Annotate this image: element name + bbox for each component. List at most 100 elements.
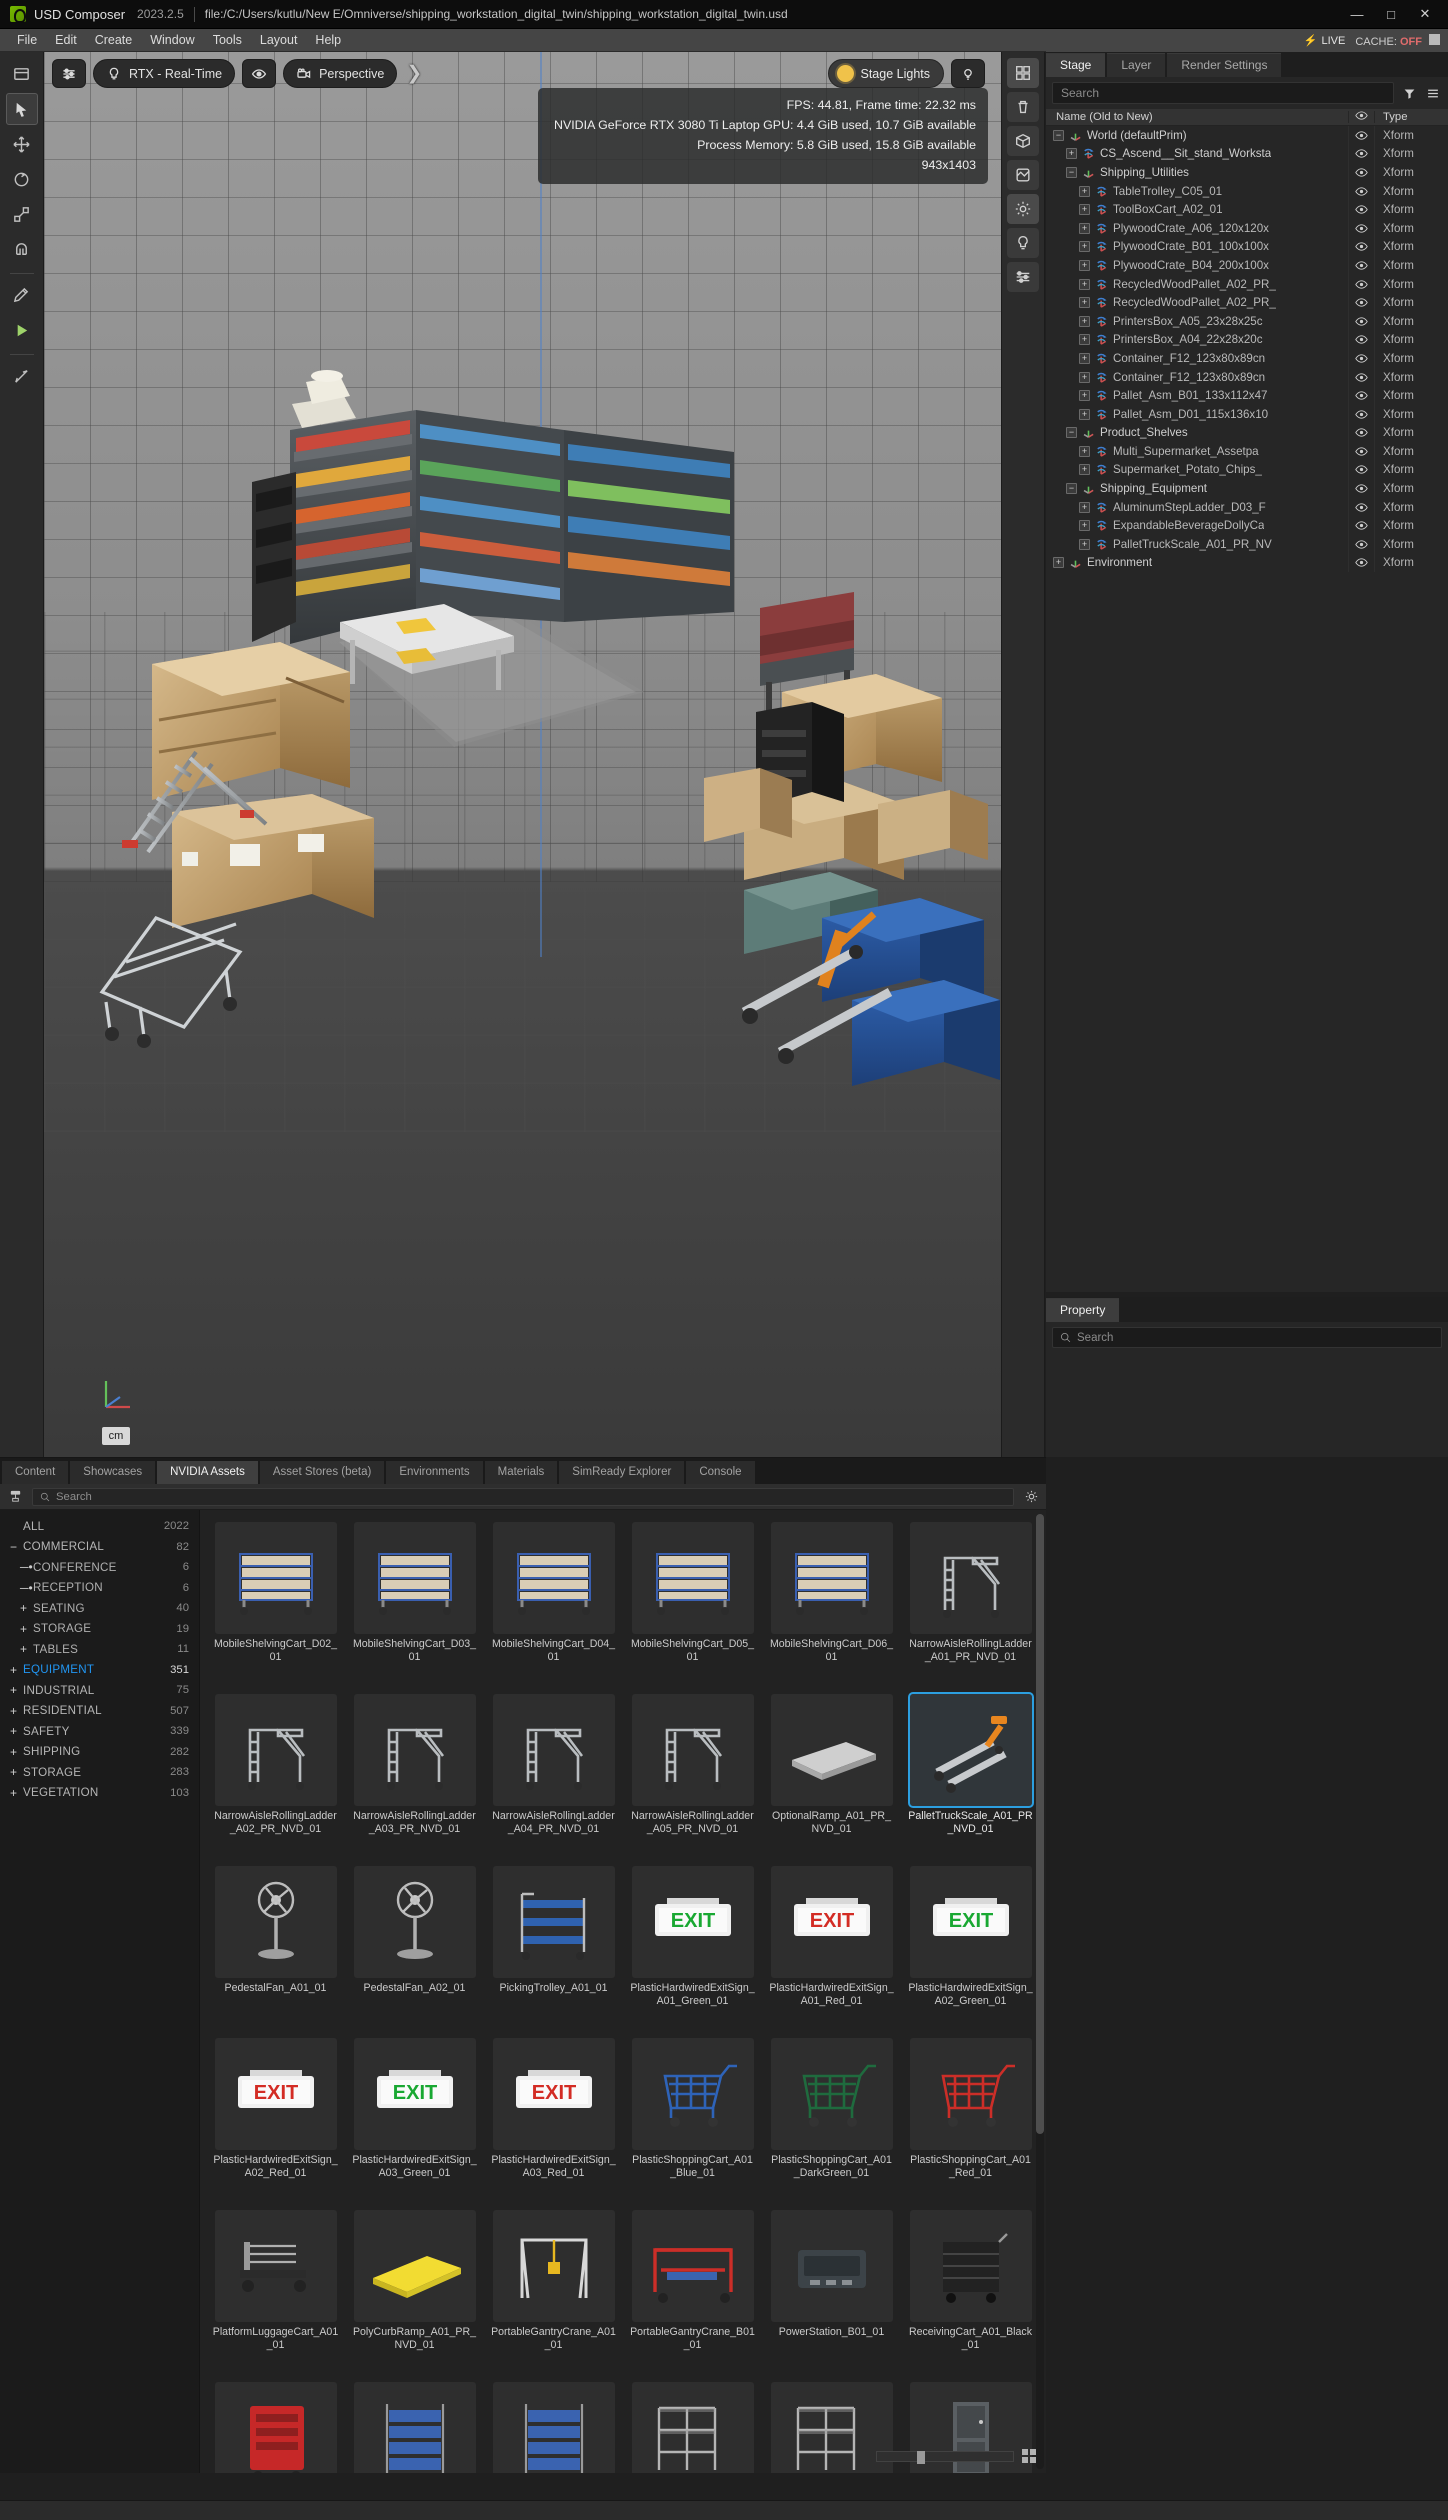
tree-expander-icon[interactable]: + [1079, 501, 1090, 513]
asset-card[interactable]: PickingTrolley_A01_01 [484, 1860, 623, 2032]
delete-button[interactable] [1007, 92, 1039, 122]
asset-card[interactable]: EXIT PlasticHardwiredExitSign_A02_Red_01 [206, 2032, 345, 2204]
tab-layer[interactable]: Layer [1107, 53, 1166, 77]
scale-tool-icon[interactable] [6, 198, 38, 230]
category-seating[interactable]: + SEATING 40 [0, 1598, 199, 1619]
stage-tree-row[interactable]: + Container_F12_123x80x89cn Xform [1046, 367, 1448, 387]
category-toggle-icon[interactable]: + [10, 1704, 23, 1718]
asset-card[interactable]: EXIT PlasticHardwiredExitSign_A02_Green_0… [901, 1860, 1040, 2032]
tab-property[interactable]: Property [1046, 1298, 1120, 1322]
asset-thumbnail[interactable] [492, 2382, 615, 2473]
tree-expander-icon[interactable]: + [1079, 520, 1090, 532]
toolbar-expand-chevron-icon[interactable]: ❯ [406, 62, 422, 85]
menu-window[interactable]: Window [141, 29, 203, 52]
viewport-unit-badge[interactable]: cm [102, 1427, 130, 1445]
collection-icon[interactable] [6, 1488, 24, 1506]
browser-tab-nvidia-assets[interactable]: NVIDIA Assets [157, 1461, 258, 1484]
category-toggle-icon[interactable]: + [20, 1601, 33, 1615]
asset-card[interactable]: MobileShelvingCart_D06_01 [762, 1516, 901, 1688]
material-button[interactable] [1007, 160, 1039, 190]
category-toggle-icon[interactable]: ─• [20, 1560, 33, 1574]
asset-card[interactable]: PlasticShoppingCart_A01_DarkGreen_01 [762, 2032, 901, 2204]
tree-expander-icon[interactable]: + [1079, 445, 1090, 457]
stage-tree-row[interactable]: + AluminumStepLadder_D03_F Xform [1046, 497, 1448, 517]
prim-visibility-icon[interactable] [1348, 479, 1374, 498]
browser-tab-console[interactable]: Console [686, 1461, 755, 1484]
category-vegetation[interactable]: + VEGETATION 103 [0, 1783, 199, 1804]
browser-tab-showcases[interactable]: Showcases [70, 1461, 156, 1484]
maximize-button[interactable]: □ [1374, 0, 1408, 28]
stage-tree-row[interactable]: + ExpandableBeverageDollyCa Xform [1046, 516, 1448, 536]
prim-visibility-icon[interactable] [1348, 311, 1374, 331]
stage-tree-row[interactable]: + Supermarket_Potato_Chips_ Xform [1046, 460, 1448, 480]
minimize-button[interactable]: — [1340, 0, 1374, 28]
asset-grid-container[interactable]: MobileShelvingCart_D02_01 MobileShelvingC… [200, 1510, 1046, 2473]
browser-search-input[interactable]: Search [32, 1487, 1014, 1506]
asset-thumbnail[interactable] [909, 2210, 1032, 2322]
category-tree[interactable]: ALL 2022− COMMERCIAL 82 ─• CONFERENCE 6 ─• RECEP… [0, 1510, 200, 2473]
category-toggle-icon[interactable]: ─• [20, 1581, 33, 1595]
tree-expander-icon[interactable]: + [1079, 334, 1090, 346]
category-commercial[interactable]: − COMMERCIAL 82 [0, 1537, 199, 1558]
asset-card[interactable]: EXIT PlasticHardwiredExitSign_A03_Red_01 [484, 2032, 623, 2204]
menu-edit[interactable]: Edit [46, 29, 86, 52]
tree-expander-icon[interactable]: + [1079, 408, 1090, 420]
browser-tab-simready-explorer[interactable]: SimReady Explorer [559, 1461, 685, 1484]
cache-badge[interactable]: CACHE: OFF [1355, 33, 1440, 48]
asset-thumbnail[interactable] [770, 1522, 893, 1634]
category-equipment[interactable]: + EQUIPMENT 351 [0, 1660, 199, 1681]
asset-card[interactable]: PedestalFan_A02_01 [345, 1860, 484, 2032]
asset-card[interactable] [623, 2376, 762, 2473]
asset-thumbnail[interactable] [770, 1694, 893, 1806]
prim-visibility-icon[interactable] [1348, 442, 1374, 461]
asset-thumbnail[interactable] [770, 2038, 893, 2150]
asset-thumbnail[interactable] [492, 1694, 615, 1806]
asset-card[interactable]: PolyCurbRamp_A01_PR_NVD_01 [345, 2204, 484, 2376]
asset-thumbnail[interactable] [492, 1866, 615, 1978]
camera-selector-button[interactable]: Perspective [283, 59, 398, 88]
stage-tree-row[interactable]: + CS_Ascend__Sit_stand_Worksta Xform [1046, 144, 1448, 164]
asset-card[interactable]: EXIT PlasticHardwiredExitSign_A01_Green_0… [623, 1860, 762, 2032]
grid-view-icon[interactable] [1022, 2449, 1036, 2463]
tree-expander-icon[interactable]: + [1079, 185, 1090, 197]
prim-visibility-icon[interactable] [1348, 516, 1374, 536]
asset-thumbnail[interactable]: EXIT [353, 2038, 476, 2150]
tree-expander-icon[interactable]: + [1079, 204, 1090, 216]
tree-expander-icon[interactable]: + [1079, 241, 1090, 253]
prim-visibility-icon[interactable] [1348, 293, 1374, 312]
tree-expander-icon[interactable]: + [1079, 222, 1090, 234]
tree-expander-icon[interactable]: − [1066, 483, 1077, 495]
category-shipping[interactable]: + SHIPPING 282 [0, 1742, 199, 1763]
asset-card[interactable]: PalletTruckScale_A01_PR_NVD_01 [901, 1688, 1040, 1860]
browser-tab-asset-stores-beta[interactable]: Asset Stores (beta) [259, 1461, 385, 1484]
tree-expander-icon[interactable]: + [1079, 390, 1090, 402]
hamburger-icon[interactable] [1424, 87, 1442, 100]
asset-thumbnail[interactable] [770, 2210, 893, 2322]
asset-card[interactable]: PowerStation_B01_01 [762, 2204, 901, 2376]
prim-visibility-icon[interactable] [1348, 256, 1374, 275]
select-rect-tool-icon[interactable] [6, 58, 38, 90]
prim-visibility-icon[interactable] [1348, 423, 1374, 443]
asset-thumbnail[interactable] [214, 1694, 337, 1806]
tree-expander-icon[interactable]: + [1079, 315, 1090, 327]
tree-expander-icon[interactable]: + [1053, 557, 1064, 569]
move-tool-icon[interactable] [6, 128, 38, 160]
asset-thumbnail[interactable] [909, 2038, 1032, 2150]
stage-tree-row[interactable]: + PlywoodCrate_B04_200x100x Xform [1046, 256, 1448, 275]
slider-knob[interactable] [917, 2450, 925, 2464]
browser-tab-content[interactable]: Content [2, 1461, 69, 1484]
category-toggle-icon[interactable]: + [20, 1642, 33, 1656]
prim-visibility-icon[interactable] [1348, 218, 1374, 238]
category-toggle-icon[interactable]: + [10, 1745, 23, 1759]
layout-grid-button[interactable] [1007, 58, 1039, 88]
prim-visibility-icon[interactable] [1348, 181, 1374, 201]
play-tool-icon[interactable] [6, 314, 38, 346]
browser-tab-materials[interactable]: Materials [484, 1461, 558, 1484]
menu-layout[interactable]: Layout [251, 29, 307, 52]
asset-thumbnail[interactable] [353, 2382, 476, 2473]
category-toggle-icon[interactable]: − [10, 1540, 23, 1554]
stage-tree-row[interactable]: − Product_Shelves Xform [1046, 423, 1448, 443]
prim-visibility-icon[interactable] [1348, 200, 1374, 219]
asset-thumbnail[interactable] [909, 1522, 1032, 1634]
asset-card[interactable]: NarrowAisleRollingLadder_A02_PR_NVD_01 [206, 1688, 345, 1860]
